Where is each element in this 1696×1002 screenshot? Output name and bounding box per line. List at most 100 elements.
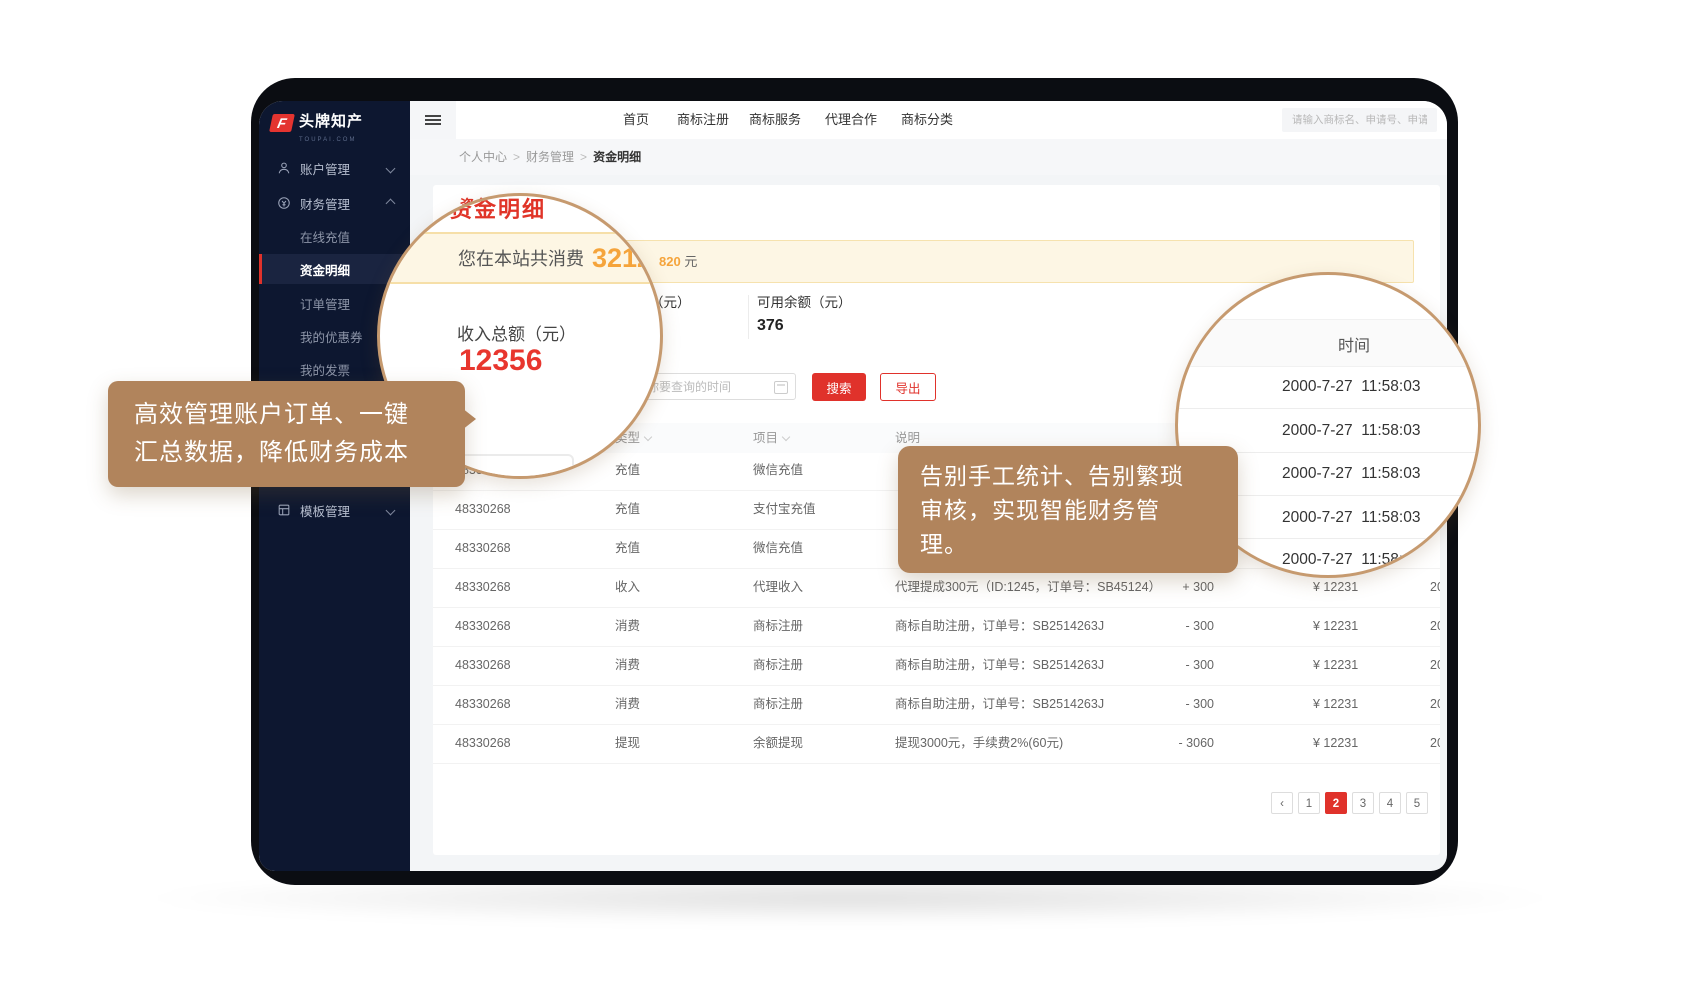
nav-trademark-service[interactable]: 商标服务 [749,101,801,139]
sidebar-item-label: 我的优惠券 [300,327,363,346]
user-icon [277,161,291,175]
cell-amount: - 300 [1134,607,1214,646]
pagination-page-4[interactable]: 4 [1379,792,1401,814]
pagination-page-1[interactable]: 1 [1298,792,1320,814]
magnified-banner-value: 32124 [592,243,663,274]
table-row: 48330268 消费 商标注册 商标自助注册，订单号：SB2514263J -… [433,685,1440,725]
breadcrumb-separator: > [580,150,587,164]
pagination-page-5[interactable]: 5 [1406,792,1428,814]
magnified-income-value: 12356 [459,344,542,378]
sidebar-item-label: 账户管理 [300,159,350,178]
sort-caret-icon[interactable] [644,433,652,441]
logo-subtitle: TOUPAI.COM [299,132,363,148]
breadcrumb-part[interactable]: 个人中心 [459,150,507,164]
chevron-up-icon [386,198,396,208]
cell-type: 提现 [615,724,640,763]
table-row: 48330268 提现 余额提现 提现3000元，手续费2%(60元) - 30… [433,724,1440,764]
breadcrumb-bar: 个人中心 > 财务管理 > 资金明细 [410,139,1447,175]
top-navbar: 首页 商标注册 商标服务 代理合作 商标分类 [410,101,1447,140]
cell-project: 余额提现 [753,724,803,763]
menu-toggle[interactable] [410,101,456,139]
cell-desc: 提现3000元，手续费2%(60元) [895,724,1063,763]
nav-trademark-register[interactable]: 商标注册 [677,101,729,139]
magnified-banner: 您在本站共消费 32124 [377,232,663,284]
sidebar-item-account[interactable]: 账户管理 [259,153,410,183]
cell-balance: ¥ 12231 [1313,685,1358,724]
magnified-time: 2000-7-27 11:58:03 [1282,465,1420,483]
export-button[interactable]: 导出 [880,373,936,401]
banner-unit: 元 [684,254,697,269]
pagination-page-3[interactable]: 3 [1352,792,1374,814]
breadcrumb-current: 资金明细 [593,150,641,164]
magnified-tab: 资金明细 [450,193,546,224]
tooltip-left: 高效管理账户订单、一键 汇总数据，降低财务成本 [108,381,465,487]
sidebar-item-label: 模板管理 [300,501,350,520]
logo-icon: F [269,114,295,132]
sidebar-item-label: 在线充值 [300,227,350,246]
cell-desc: 商标自助注册，订单号：SB2514263J [895,685,1104,724]
cell-type: 充值 [615,529,640,568]
breadcrumb: 个人中心 > 财务管理 > 资金明细 [459,139,641,175]
sidebar-item-label: 资金明细 [300,260,350,279]
calendar-icon[interactable] [774,381,788,394]
nav-trademark-category[interactable]: 商标分类 [901,101,953,139]
chevron-down-icon [386,505,396,515]
stat-balance-label: 可用余额（元） [757,291,852,311]
hamburger-icon [425,113,441,127]
cell-amount: + 300 [1134,568,1214,607]
cell-amount: - 3060 [1134,724,1214,763]
stat-balance-value: 376 [757,317,784,335]
magnified-time: 2000-7-27 11:58:03 [1282,509,1420,527]
cell-type: 收入 [615,568,640,607]
cell-order: 48330268 [455,685,511,724]
sidebar-item-templates[interactable]: 模板管理 [259,495,410,525]
nav-home[interactable]: 首页 [623,101,649,139]
cell-order: 48330268 [455,607,511,646]
table-row: 48330268 消费 商标注册 商标自助注册，订单号：SB2514263J -… [433,607,1440,647]
table-row: 48330268 消费 商标注册 商标自助注册，订单号：SB2514263J -… [433,646,1440,686]
magnified-time: 2000-7-27 11:58:03 [1282,378,1420,396]
cell-time: 2000-7-27 [1430,685,1440,724]
cell-order: 48330268 [455,646,511,685]
template-icon [277,503,291,517]
logo-title-text: 头牌知产 [299,113,363,130]
cell-type: 充值 [615,451,640,490]
pagination-page-2[interactable]: 2 [1325,792,1347,814]
sidebar-item-label: 我的发票 [300,360,350,379]
magnified-header-band [1178,319,1478,367]
cell-type: 消费 [615,607,640,646]
pagination-prev[interactable]: ‹ [1271,792,1293,814]
stat-divider [748,295,749,339]
cell-time: 2000-7-27 [1430,607,1440,646]
sidebar-item-finance[interactable]: 财务管理 [259,188,410,218]
cell-project: 代理收入 [753,568,803,607]
cell-amount: - 300 [1134,685,1214,724]
breadcrumb-part[interactable]: 财务管理 [526,150,574,164]
cell-order: 48330268 [455,490,511,529]
breadcrumb-separator: > [513,150,520,164]
cell-amount: - 300 [1134,646,1214,685]
cell-balance: ¥ 12231 [1313,646,1358,685]
cell-desc: 代理提成300元（ID:1245，订单号：SB45124） [895,568,1161,607]
logo: F 头牌知产 TOUPAI.COM [271,114,363,148]
sort-caret-icon[interactable] [782,433,790,441]
cell-order: 48330268 [455,724,511,763]
th-project[interactable]: 项目 [753,423,789,453]
cell-project: 商标注册 [753,685,803,724]
cell-desc: 商标自助注册，订单号：SB2514263J [895,607,1104,646]
tooltip-right: 告别手工统计、告别繁琐 审核，实现智能财务管 理。 [898,446,1238,573]
cell-order: 48330268 [455,568,511,607]
cell-desc: 商标自助注册，订单号：SB2514263J [895,646,1104,685]
global-search-input[interactable] [1282,108,1437,132]
sidebar-item-label: 财务管理 [300,194,350,213]
cell-type: 消费 [615,685,640,724]
cell-time: 2000-7-27 [1430,724,1440,763]
cell-time: 2000-7-27 [1430,568,1440,607]
nav-agent-coop[interactable]: 代理合作 [825,101,877,139]
cell-project: 商标注册 [753,646,803,685]
cell-project: 支付宝充值 [753,490,816,529]
divider [1178,408,1478,409]
cell-project: 微信充值 [753,529,803,568]
magnified-time: 2000-7-27 11:58:03 [1282,422,1420,440]
search-button[interactable]: 搜索 [812,373,866,401]
